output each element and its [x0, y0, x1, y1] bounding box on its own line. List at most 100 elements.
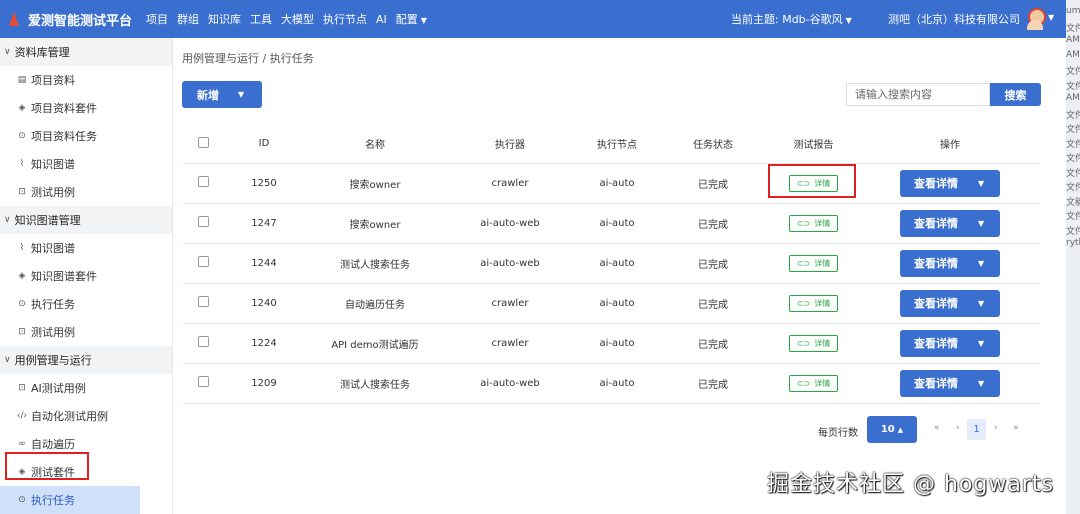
nav-item-project[interactable]: 项目: [146, 11, 168, 27]
app-title[interactable]: 爱测智能测试平台: [28, 10, 132, 29]
chevron-down-icon[interactable]: ▼: [978, 219, 984, 228]
chevron-down-icon[interactable]: ▼: [238, 90, 244, 99]
report-detail-button[interactable]: ⊂⊃ 详情: [789, 254, 838, 272]
report-detail-label: 详情: [814, 298, 831, 308]
search-button[interactable]: 搜索: [990, 83, 1041, 106]
sidebar-item-project-material[interactable]: ▤ 项目资料: [0, 66, 172, 94]
chevron-down-icon[interactable]: ▼: [978, 299, 984, 308]
background-text: 文件: [1066, 212, 1080, 222]
sidebar-item-kg[interactable]: ⌇ 知识图谱: [0, 234, 172, 262]
sidebar-group-library[interactable]: ∨ 资料库管理: [0, 38, 172, 66]
sidebar-item-label: 测试用例: [31, 186, 75, 199]
sidebar-item-knowledge-graph[interactable]: ⌇ 知识图谱: [0, 150, 172, 178]
view-detail-button[interactable]: 查看详情 ▼: [900, 209, 1000, 237]
cell-node: ai-auto: [575, 323, 659, 364]
chevron-down-icon[interactable]: ▼: [978, 259, 984, 268]
cell-node: ai-auto: [575, 203, 659, 244]
background-text: umi: [1066, 6, 1080, 16]
sidebar-item-kg-exec-task[interactable]: ⊙ 执行任务: [0, 290, 172, 318]
link-icon: ⊂⊃: [796, 258, 811, 268]
background-text: 文件: [1066, 23, 1080, 34]
highlight-box-report: [768, 164, 856, 198]
nav-item-exec-node[interactable]: 执行节点: [323, 11, 367, 27]
next-page-icon[interactable]: ›: [994, 423, 998, 433]
sidebar-group-label: 资料库管理: [14, 46, 70, 59]
sidebar-item-kg-test-case[interactable]: ⊡ 测试用例: [0, 318, 172, 346]
cell-node: ai-auto: [575, 363, 659, 404]
row-checkbox[interactable]: [197, 296, 209, 307]
report-detail-button[interactable]: ⊂⊃ 详情: [789, 334, 838, 352]
view-detail-button[interactable]: 查看详情 ▼: [900, 329, 1000, 357]
sidebar-item-test-case[interactable]: ⊡ 测试用例: [0, 178, 172, 206]
link-icon: ⊂⊃: [796, 378, 811, 388]
chevron-down-icon[interactable]: ▼: [978, 179, 984, 188]
last-page-icon[interactable]: »: [1013, 423, 1019, 433]
chevron-down-icon[interactable]: ▼: [1048, 13, 1054, 22]
report-detail-button[interactable]: ⊂⊃ 详情: [789, 214, 838, 232]
prev-page-icon[interactable]: ‹: [956, 423, 960, 433]
view-detail-button[interactable]: 查看详情 ▼: [900, 369, 1000, 397]
sidebar-item-label: 知识图谱: [31, 242, 75, 255]
row-checkbox[interactable]: [197, 336, 209, 347]
cell-status: 已完成: [659, 243, 767, 284]
nav-item-group[interactable]: 群组: [177, 11, 199, 27]
row-checkbox[interactable]: [197, 216, 209, 227]
nav-item-tools[interactable]: 工具: [250, 11, 272, 27]
current-page[interactable]: 1: [967, 419, 986, 440]
cell-name: 测试人搜索任务: [305, 243, 445, 284]
first-page-icon[interactable]: «: [934, 423, 940, 433]
cell-actions: 查看详情 ▼: [860, 243, 1040, 284]
add-button[interactable]: 新增 ▼: [182, 81, 262, 108]
sidebar-item-material-task[interactable]: ⊙ 项目资料任务: [0, 122, 172, 150]
view-detail-label: 查看详情: [914, 177, 958, 190]
report-detail-button[interactable]: ⊂⊃ 详情: [789, 294, 838, 312]
chevron-down-icon: ∨: [4, 47, 11, 57]
cell-node: ai-auto: [575, 283, 659, 324]
theme-selector[interactable]: 当前主题: Mdb-谷歌风 ▼: [731, 11, 852, 27]
nav-item-knowledge-base[interactable]: 知识库: [208, 11, 241, 27]
row-checkbox[interactable]: [197, 176, 209, 187]
view-detail-button[interactable]: 查看详情 ▼: [900, 249, 1000, 277]
sidebar-group-case-management[interactable]: ∨ 用例管理与运行: [0, 346, 172, 374]
company-name[interactable]: 测吧（北京）科技有限公司: [888, 11, 1020, 27]
chevron-down-icon[interactable]: ▼: [978, 379, 984, 388]
view-detail-button[interactable]: 查看详情 ▼: [900, 289, 1000, 317]
column-header-node: 执行节点: [575, 125, 659, 164]
sidebar-item-label: 知识图谱: [31, 158, 75, 171]
chevron-down-icon[interactable]: ▼: [978, 339, 984, 348]
sidebar-item-ai-test-case[interactable]: ⊡ AI测试用例: [0, 374, 172, 402]
background-text: 文件: [1066, 154, 1080, 164]
avatar[interactable]: [1024, 6, 1046, 30]
sidebar-item-label: AI测试用例: [31, 382, 86, 395]
cell-actions: 查看详情 ▼: [860, 323, 1040, 364]
row-checkbox[interactable]: [197, 256, 209, 267]
view-detail-label: 查看详情: [914, 297, 958, 310]
link-icon: ⊂⊃: [796, 298, 811, 308]
nav-item-llm[interactable]: 大模型: [281, 11, 314, 27]
sidebar-item-material-suite[interactable]: ◈ 项目资料套件: [0, 94, 172, 122]
cell-report: ⊂⊃ 详情: [767, 323, 860, 364]
cell-status: 已完成: [659, 283, 767, 324]
chevron-up-icon: ▲: [897, 425, 904, 434]
report-detail-label: 详情: [814, 218, 831, 228]
column-header-id: ID: [223, 125, 305, 164]
theme-label: 当前主题: Mdb-谷歌风: [731, 13, 843, 26]
row-checkbox[interactable]: [197, 376, 209, 387]
sidebar-item-exec-task-active[interactable]: ⊙ 执行任务: [0, 486, 140, 514]
chart-line-icon: ⌇: [19, 243, 25, 253]
rows-per-page-select[interactable]: 10 ▲: [867, 416, 917, 443]
view-detail-button[interactable]: 查看详情 ▼: [900, 169, 1000, 197]
sidebar-item-automation-case[interactable]: ‹/› 自动化测试用例: [0, 402, 172, 430]
select-all-checkbox[interactable]: [197, 136, 209, 148]
nav-item-config[interactable]: 配置 ▼: [396, 11, 427, 27]
sidebar-item-label: 测试用例: [31, 326, 75, 339]
nav-item-ai[interactable]: AI: [376, 13, 387, 26]
sidebar-item-kg-suite[interactable]: ◈ 知识图谱套件: [0, 262, 172, 290]
report-detail-button[interactable]: ⊂⊃ 详情: [789, 374, 838, 392]
sidebar-group-knowledge-graph[interactable]: ∨ 知识图谱管理: [0, 206, 172, 234]
cell-id: 1209: [223, 363, 305, 404]
search-input[interactable]: [846, 83, 990, 106]
task-table: ID 名称 执行器 执行节点 任务状态 测试报告 操作 1250 搜索owner c…: [183, 125, 1040, 404]
table-header-row: ID 名称 执行器 执行节点 任务状态 测试报告 操作: [183, 125, 1040, 164]
pagination: 每页行数 10 ▲ « ‹ 1 › »: [173, 415, 1066, 445]
